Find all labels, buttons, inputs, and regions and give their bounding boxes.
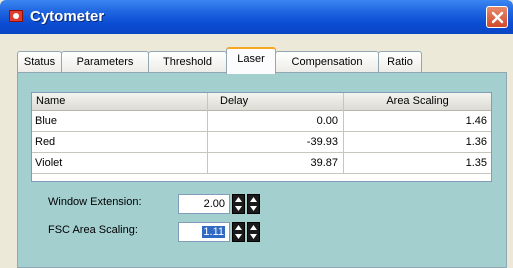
window-extension-input[interactable]: 2.00 bbox=[178, 194, 230, 214]
table-header: Name Delay Area Scaling bbox=[32, 93, 491, 111]
window-extension-value: 2.00 bbox=[203, 198, 225, 210]
cell-delay[interactable]: -39.93 bbox=[208, 132, 344, 152]
spinner-arrows-icon bbox=[250, 225, 257, 239]
fsc-area-scaling-label: FSC Area Scaling: bbox=[48, 224, 138, 236]
window-title: Cytometer bbox=[30, 8, 105, 25]
cell-name: Blue bbox=[32, 111, 208, 131]
column-header-area-scaling[interactable]: Area Scaling bbox=[344, 93, 491, 111]
table-row[interactable]: Violet 39.87 1.35 bbox=[32, 153, 491, 174]
title-bar[interactable]: Cytometer bbox=[0, 0, 513, 34]
table-row[interactable]: Blue 0.00 1.46 bbox=[32, 111, 491, 132]
tab-status[interactable]: Status bbox=[17, 51, 62, 73]
tab-ratio[interactable]: Ratio bbox=[378, 51, 422, 73]
cell-name: Violet bbox=[32, 153, 208, 173]
laser-table: Name Delay Area Scaling Blue 0.00 1.46 R… bbox=[31, 92, 492, 182]
fsc-area-scaling-value: 1.11 bbox=[202, 226, 225, 238]
fsc-area-scaling-decrement-button[interactable] bbox=[232, 222, 245, 242]
spinner-arrows-icon bbox=[235, 197, 242, 211]
close-icon bbox=[491, 11, 504, 24]
cytometer-window: Cytometer Status Parameters Threshold La… bbox=[0, 0, 513, 268]
window-extension-label: Window Extension: bbox=[48, 196, 142, 208]
tab-threshold[interactable]: Threshold bbox=[148, 51, 227, 73]
cell-area-scaling[interactable]: 1.46 bbox=[344, 111, 491, 131]
cell-name: Red bbox=[32, 132, 208, 152]
cell-area-scaling[interactable]: 1.35 bbox=[344, 153, 491, 173]
window-extension-increment-button[interactable] bbox=[247, 194, 260, 214]
column-header-name[interactable]: Name bbox=[32, 93, 208, 111]
tab-compensation[interactable]: Compensation bbox=[275, 51, 379, 73]
cell-area-scaling[interactable]: 1.36 bbox=[344, 132, 491, 152]
spinner-arrows-icon bbox=[235, 225, 242, 239]
tab-laser[interactable]: Laser bbox=[226, 47, 276, 74]
cytometer-app-icon bbox=[9, 10, 23, 22]
cell-delay[interactable]: 0.00 bbox=[208, 111, 344, 131]
laser-panel: Name Delay Area Scaling Blue 0.00 1.46 R… bbox=[17, 72, 507, 268]
table-row[interactable]: Red -39.93 1.36 bbox=[32, 132, 491, 153]
spinner-arrows-icon bbox=[250, 197, 257, 211]
fsc-area-scaling-spinner bbox=[232, 222, 262, 242]
cell-delay[interactable]: 39.87 bbox=[208, 153, 344, 173]
close-button[interactable] bbox=[486, 6, 508, 28]
fsc-area-scaling-increment-button[interactable] bbox=[247, 222, 260, 242]
window-extension-spinner bbox=[232, 194, 262, 214]
column-header-delay[interactable]: Delay bbox=[208, 93, 344, 111]
tab-parameters[interactable]: Parameters bbox=[61, 51, 149, 73]
fsc-area-scaling-input[interactable]: 1.11 bbox=[178, 222, 230, 242]
window-extension-decrement-button[interactable] bbox=[232, 194, 245, 214]
